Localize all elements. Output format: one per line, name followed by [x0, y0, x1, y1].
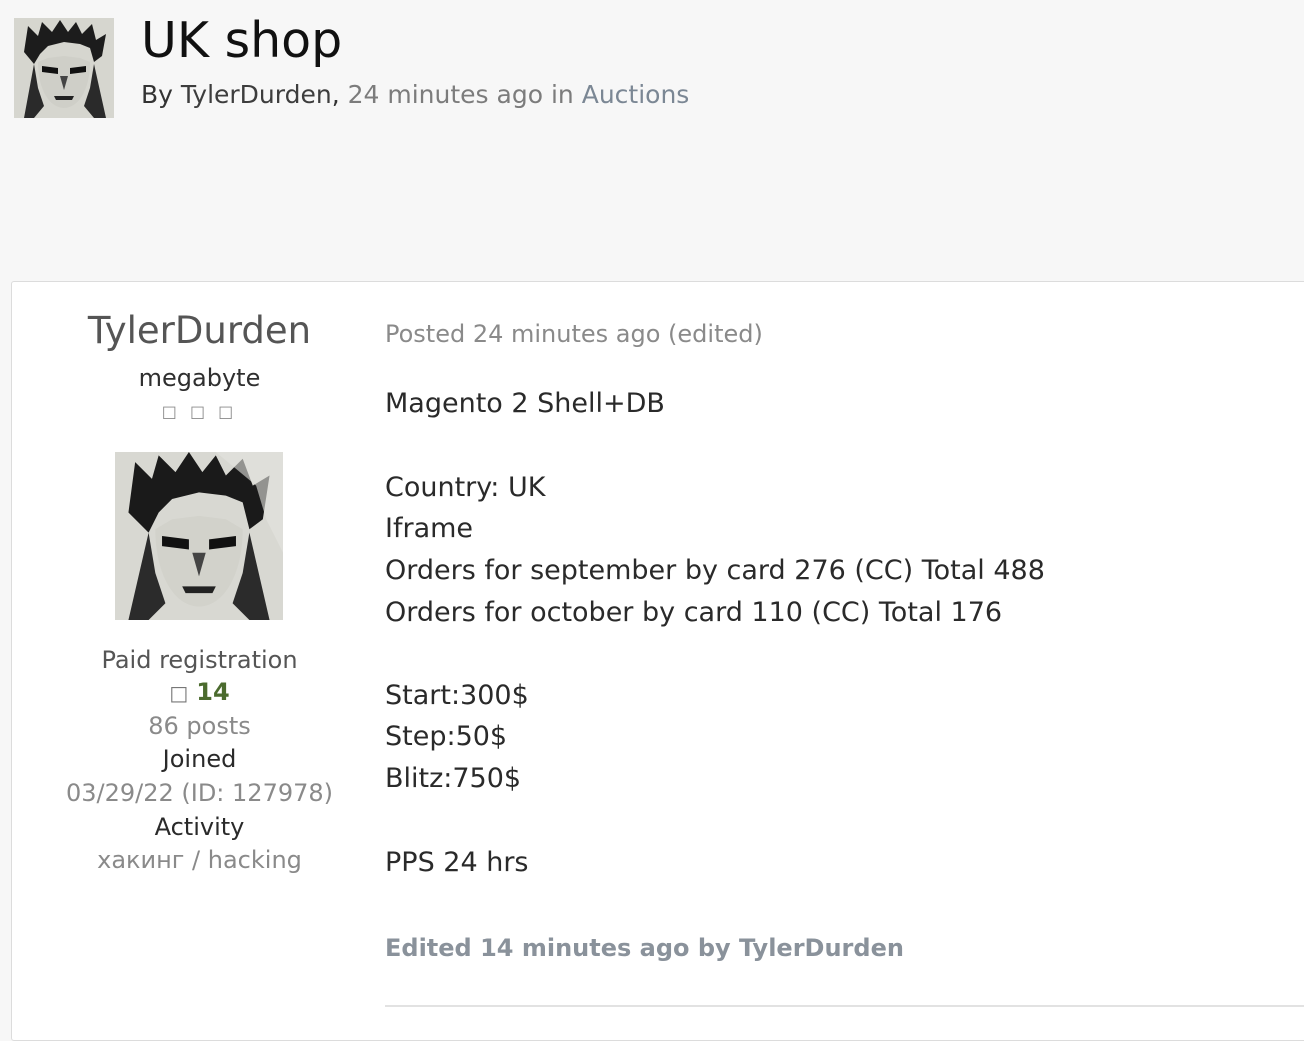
- post-count[interactable]: 86 posts: [12, 712, 387, 740]
- topic-meta: By TylerDurden, 24 minutes ago in Auctio…: [141, 80, 689, 109]
- topic-meta-comma: ,: [331, 80, 340, 109]
- post-line: PPS 24 hrs: [385, 847, 529, 878]
- topic-forum-link[interactable]: Auctions: [582, 80, 690, 109]
- edited-note: Edited 14 minutes ago by TylerDurden: [385, 934, 904, 962]
- rank-pips-icon: □ □ □: [161, 402, 238, 421]
- topic-author-avatar[interactable]: [14, 18, 114, 118]
- joined-value: 03/29/22 (ID: 127978): [65, 779, 334, 807]
- topic-by-prefix: By: [141, 80, 173, 109]
- post-line: Start:300$: [385, 680, 529, 711]
- post-date[interactable]: Posted 24 minutes ago (edited): [385, 320, 763, 348]
- topic-in-word: in: [550, 80, 574, 109]
- post-author-name[interactable]: TylerDurden: [12, 312, 387, 349]
- post-line: Orders for september by card 276 (CC) To…: [385, 555, 1045, 586]
- post-card: TylerDurden megabyte □ □ □ Paid registra…: [11, 281, 1304, 1041]
- post-line: Step:50$: [385, 721, 508, 752]
- author-rank-title: megabyte: [138, 364, 261, 392]
- activity-value: хакинг / hacking: [97, 846, 302, 874]
- post-line: Country: UK: [385, 472, 546, 503]
- member-group: Paid registration: [101, 646, 298, 674]
- activity-label: Activity: [154, 813, 245, 841]
- joined-label: Joined: [162, 745, 237, 773]
- post-line: Blitz:750$: [385, 763, 522, 794]
- post-line: Orders for october by card 110 (CC) Tota…: [385, 597, 1003, 628]
- reputation-count: 14: [196, 678, 230, 706]
- post-line: Magento 2 Shell+DB: [385, 388, 665, 419]
- reputation-icon: □: [169, 681, 189, 705]
- post-line: Iframe: [385, 513, 474, 544]
- topic-time: 24 minutes ago: [347, 80, 544, 109]
- topic-title: UK shop: [141, 12, 343, 69]
- author-photo[interactable]: [115, 452, 283, 620]
- reputation-badge: □ 14: [12, 678, 387, 706]
- post-divider: [385, 1005, 1304, 1007]
- topic-author-link[interactable]: TylerDurden: [181, 80, 332, 109]
